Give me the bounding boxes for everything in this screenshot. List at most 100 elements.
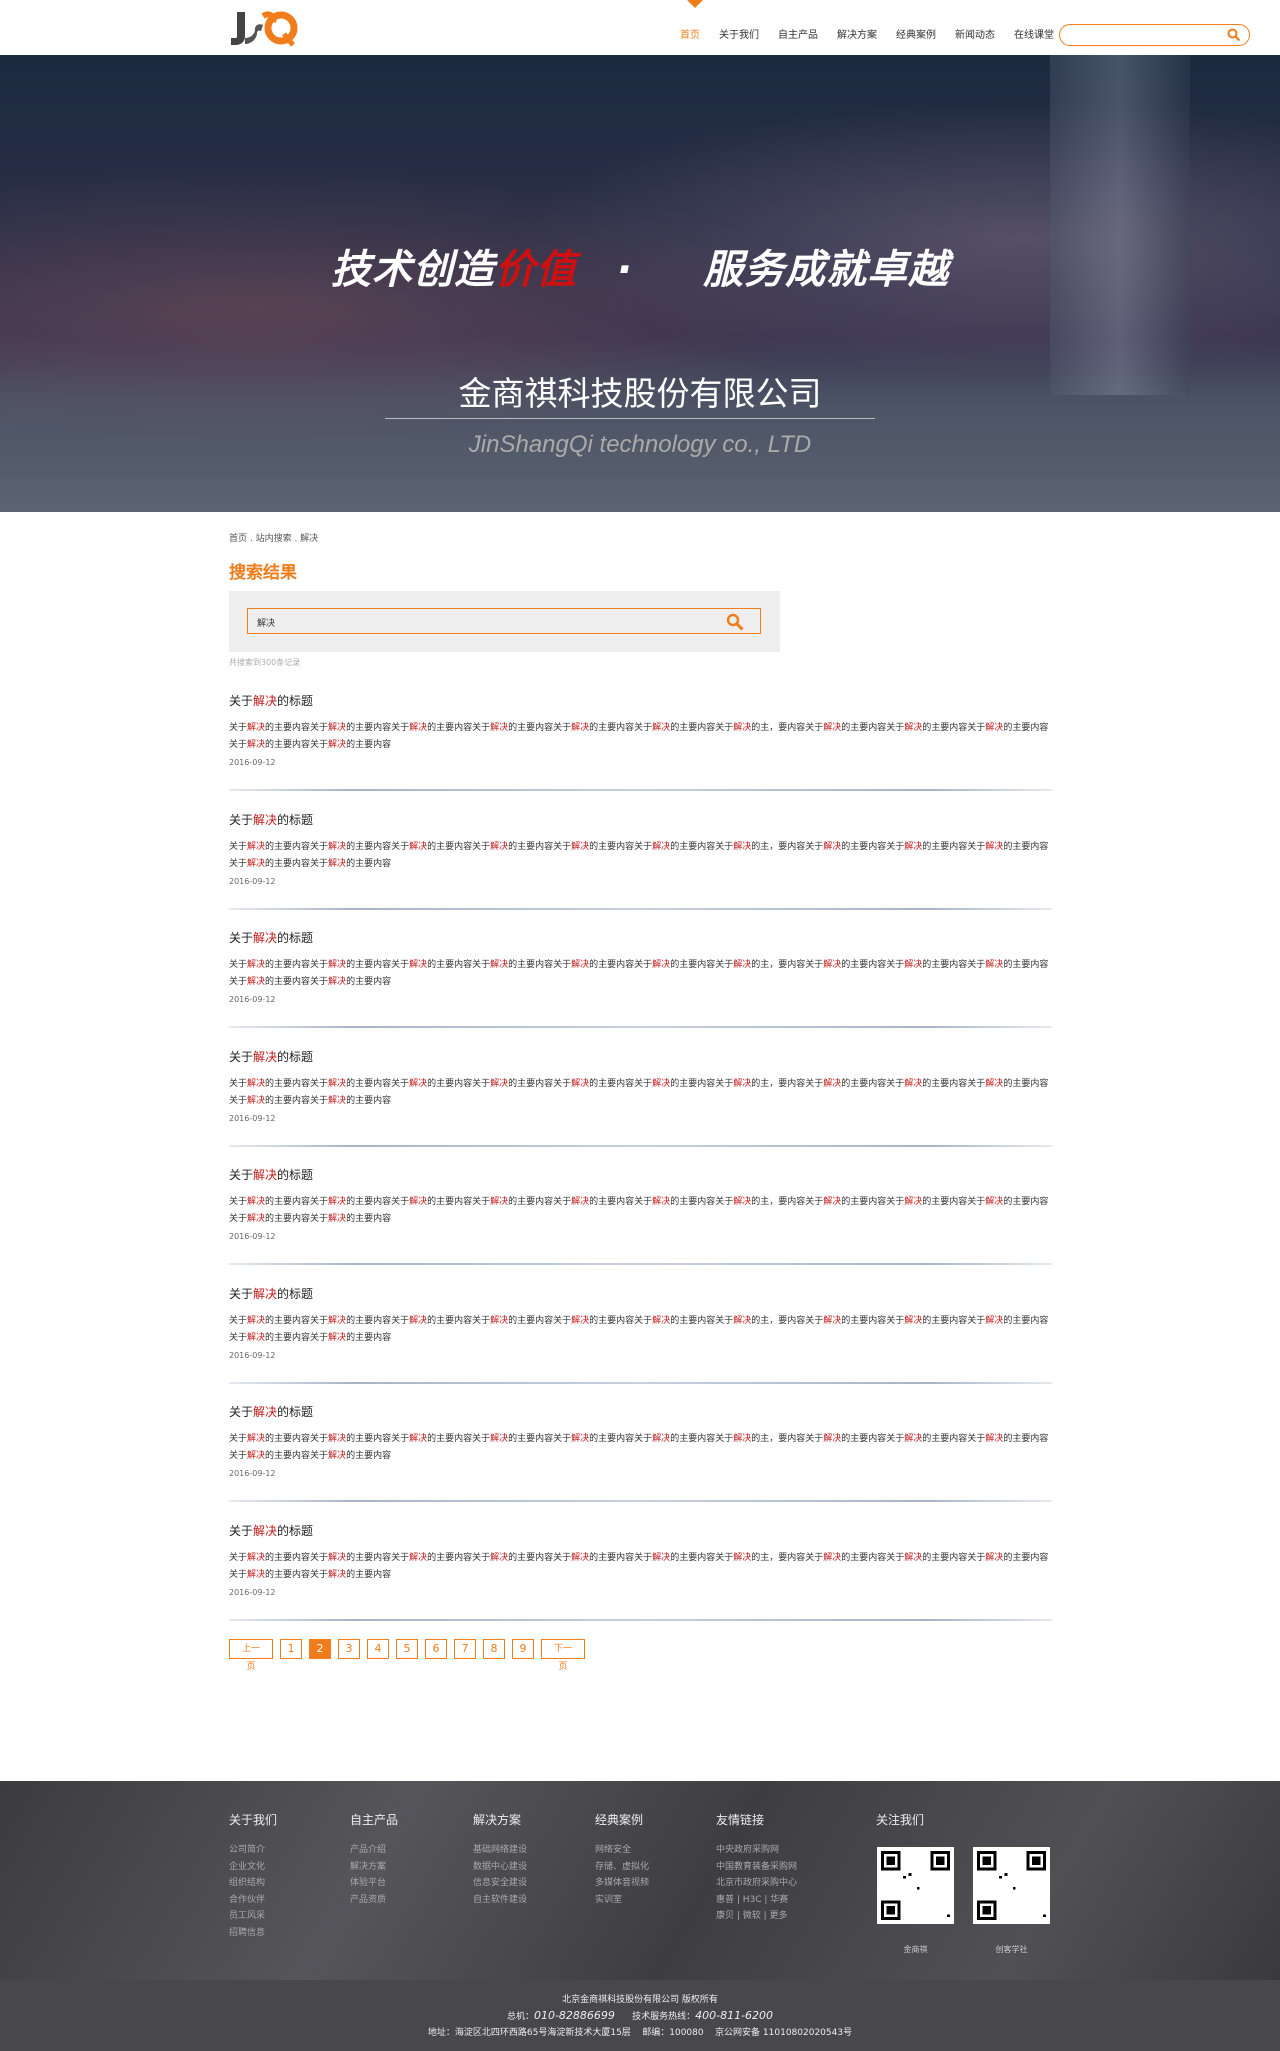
keyword-highlight: 解决	[328, 1214, 347, 1224]
result-title[interactable]: 关于解决的标题	[229, 1164, 1052, 1183]
footer-link[interactable]: 惠普 | H3C | 华赛	[716, 1892, 797, 1909]
footer-link[interactable]: 多媒体音视频	[595, 1875, 649, 1892]
copyright: 北京金商祺科技股份有限公司 版权所有	[562, 1995, 718, 2005]
footer-link[interactable]: 自主软件建设	[473, 1892, 527, 1909]
result-title[interactable]: 关于解决的标题	[229, 690, 1052, 709]
keyword-highlight: 解决	[985, 723, 1004, 733]
result-description: 关于解决的主要内容关于解决的主要内容关于解决的主要内容关于解决的主要内容关于解决…	[229, 1431, 1052, 1465]
footer-column: 关于我们 公司简介 企业文化 组织结构 合作伙伴 员工风采 招聘信息	[229, 1811, 277, 1941]
keyword-highlight: 解决	[247, 740, 266, 750]
footer-link[interactable]: 基础网络建设	[473, 1842, 527, 1859]
nav-item[interactable]: 新闻动态	[955, 26, 995, 41]
keyword-highlight: 解决	[652, 960, 671, 970]
nav-item[interactable]: 解决方案	[837, 26, 877, 41]
next-page-button[interactable]: 下一页	[541, 1639, 585, 1672]
footer-column: 自主产品 产品介绍 解决方案 体验平台 产品资质	[350, 1811, 398, 1908]
footer-link[interactable]: 解决方案	[350, 1859, 398, 1876]
result-title[interactable]: 关于解决的标题	[229, 809, 1052, 828]
keyword-highlight: 解决	[247, 723, 266, 733]
footer-link[interactable]: 组织结构	[229, 1875, 277, 1892]
text-segment: 关于	[229, 1197, 248, 1207]
text-segment: 的主要内容关于	[427, 1078, 491, 1089]
page-button[interactable]: 4	[367, 1639, 389, 1659]
result-title[interactable]: 关于解决的标题	[229, 1401, 1052, 1420]
result-title[interactable]: 关于解决的标题	[229, 1520, 1052, 1539]
result-description: 关于解决的主要内容关于解决的主要内容关于解决的主要内容关于解决的主要内容关于解决…	[229, 957, 1052, 991]
text-segment: 的主，要内容关于	[751, 1434, 824, 1444]
text-segment: 的主要内容关于	[346, 1434, 410, 1444]
page-button[interactable]: 1	[280, 1639, 302, 1659]
footer-link[interactable]: 公司简介	[229, 1842, 277, 1859]
keyword-highlight: 解决	[490, 960, 509, 970]
keyword-highlight: 解决	[328, 960, 347, 970]
text-segment: 的主要内容关于	[589, 1315, 653, 1326]
keyword-highlight: 解决	[904, 1434, 923, 1444]
search-input[interactable]: 解决	[247, 608, 761, 634]
footer-link[interactable]: 产品介绍	[350, 1842, 398, 1859]
text-segment: 的主要内容关于	[922, 841, 986, 852]
footer-link[interactable]: 招聘信息	[229, 1925, 277, 1942]
footer-link[interactable]: 实训室	[595, 1892, 649, 1909]
page-button[interactable]: 2	[309, 1639, 331, 1659]
text-segment: 的主要内容关于	[346, 1552, 410, 1563]
footer-column-title: 友情链接	[716, 1813, 765, 1827]
prev-page-button[interactable]: 上一页	[229, 1639, 273, 1672]
text-segment: 的主要内容关于	[427, 841, 491, 852]
footer-link[interactable]: 存储、虚拟化	[595, 1859, 649, 1876]
footer-link[interactable]: 数据中心建设	[473, 1859, 527, 1876]
page-button[interactable]: 6	[425, 1639, 447, 1659]
footer-link[interactable]: 合作伙伴	[229, 1892, 277, 1909]
result-title[interactable]: 关于解决的标题	[229, 1283, 1052, 1302]
footer-link[interactable]: 企业文化	[229, 1859, 277, 1876]
text-segment: 的主要内容关于	[346, 1197, 410, 1207]
page-button[interactable]: 7	[454, 1639, 476, 1659]
main-nav: 首页 关于我们 自主产品 解决方案 经典案例 新闻动态 在线课堂	[680, 26, 1073, 41]
nav-item[interactable]: 在线课堂	[1014, 26, 1054, 41]
footer-link[interactable]: 北京市政府采购中心	[716, 1875, 797, 1892]
result-divider	[229, 1144, 1052, 1147]
footer-link[interactable]: 员工风采	[229, 1908, 277, 1925]
breadcrumb[interactable]: 首页 . 站内搜索 . 解决	[229, 531, 318, 544]
footer-link[interactable]: 体验平台	[350, 1875, 398, 1892]
text-segment: 的主要内容关于	[427, 960, 491, 970]
page-button[interactable]: 8	[483, 1639, 505, 1659]
footer-link[interactable]: 网络安全	[595, 1842, 649, 1859]
nav-item[interactable]: 经典案例	[896, 26, 936, 41]
text-segment: 的主要内容关于	[670, 1315, 734, 1326]
page-button[interactable]: 5	[396, 1639, 418, 1659]
text-segment: 关于	[229, 1168, 254, 1182]
result-date: 2016-09-12	[229, 1232, 276, 1241]
result-title[interactable]: 关于解决的标题	[229, 927, 1052, 946]
page-button[interactable]: 9	[512, 1639, 534, 1659]
nav-item[interactable]: 自主产品	[778, 26, 818, 41]
footer-link[interactable]: 信息安全建设	[473, 1875, 527, 1892]
text-segment: 的主要内容关于	[427, 1434, 491, 1444]
text-segment: 的主要内容关于	[265, 1451, 329, 1461]
logo[interactable]	[229, 8, 305, 48]
keyword-highlight: 解决	[409, 1552, 428, 1563]
text-segment: 的主要内容关于	[346, 723, 410, 733]
header-search-input[interactable]	[1059, 24, 1250, 46]
keyword-highlight: 解决	[823, 1078, 842, 1089]
search-result: 关于解决的标题关于解决的主要内容关于解决的主要内容关于解决的主要内容关于解决的主…	[229, 927, 1052, 1046]
search-icon[interactable]	[1227, 28, 1241, 42]
footer-link[interactable]: 中国教育装备采购网	[716, 1859, 797, 1876]
page-button[interactable]: 3	[338, 1639, 360, 1659]
keyword-highlight: 解决	[823, 723, 842, 733]
footer-link[interactable]: 中央政府采购网	[716, 1842, 797, 1859]
nav-item[interactable]: 关于我们	[719, 26, 759, 41]
result-title[interactable]: 关于解决的标题	[229, 1046, 1052, 1065]
text-segment: 的主要内容关于	[265, 1552, 329, 1563]
footer-link[interactable]: 康贝 | 微软 | 更多	[716, 1908, 797, 1925]
nav-item[interactable]: 首页	[680, 26, 700, 41]
text-segment: 的标题	[277, 694, 314, 708]
text-segment: 的主要内容关于	[922, 1552, 986, 1563]
pagination: 上一页 1 2 3 4 5 6 7 8 9 下一页	[229, 1639, 592, 1672]
result-description: 关于解决的主要内容关于解决的主要内容关于解决的主要内容关于解决的主要内容关于解决…	[229, 1076, 1052, 1110]
qr-code	[877, 1847, 954, 1924]
text-segment: 的主要内容关于	[508, 1315, 572, 1326]
footer-link[interactable]: 产品资质	[350, 1892, 398, 1909]
search-icon[interactable]	[726, 613, 744, 631]
footer-column-title: 解决方案	[473, 1813, 522, 1827]
keyword-highlight: 解决	[571, 1434, 590, 1444]
